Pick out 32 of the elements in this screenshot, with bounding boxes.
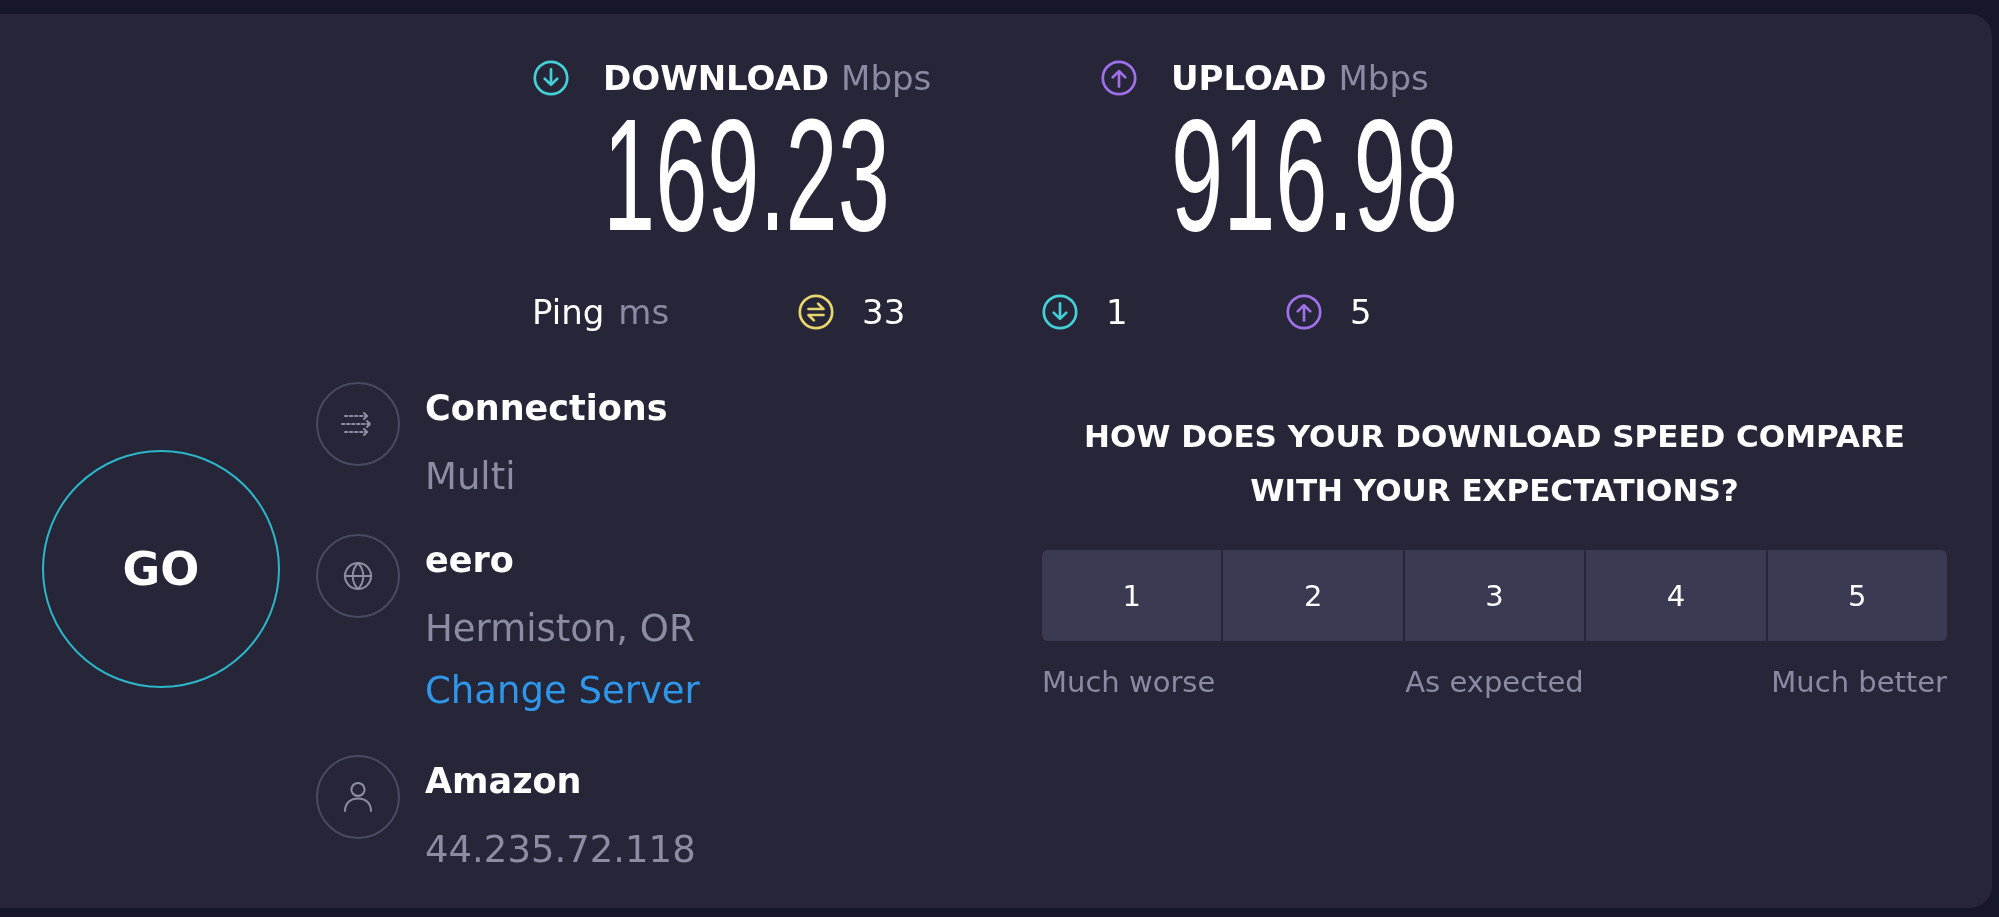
swap-arrows-icon <box>798 294 834 330</box>
rating-button[interactable]: 3 <box>1404 550 1585 641</box>
speed-label: UPLOAD <box>1171 57 1327 100</box>
detail-subtitle: Multi <box>425 454 516 500</box>
speed-label: DOWNLOAD <box>603 57 830 100</box>
unit-label: Mbps <box>841 57 932 100</box>
change-server-link[interactable]: Change Server <box>425 669 700 712</box>
go-button[interactable]: GO <box>42 450 280 688</box>
globe-icon <box>316 534 400 618</box>
rating-button[interactable]: 5 <box>1767 550 1948 641</box>
detail-title: eero <box>425 539 514 582</box>
unit-label: Mbps <box>1338 57 1429 100</box>
rating-button[interactable]: 4 <box>1586 550 1766 641</box>
scale-label: Much better <box>1771 664 1947 701</box>
survey-question: HOW DOES YOUR DOWNLOAD SPEED COMPARE WITH YOUR EXPECTATIONS? <box>1083 417 1906 510</box>
ping-value: 1 <box>1106 292 1128 332</box>
detail-subtitle: Hermiston, OR <box>425 606 695 652</box>
scale-label: Much worse <box>1042 664 1216 701</box>
detail-title: Connections <box>425 387 668 430</box>
person-icon <box>316 755 400 839</box>
speed-value: 169.23 <box>603 113 890 237</box>
dotted-arrows-icon <box>316 382 400 466</box>
speed-value: 916.98 <box>1171 113 1458 237</box>
ping-label: Ping <box>532 292 605 332</box>
ping-value: 33 <box>862 292 906 332</box>
rating-button[interactable]: 1 <box>1042 550 1222 641</box>
unit-label: ms <box>618 292 670 332</box>
scale-label: As expected <box>1405 664 1584 701</box>
detail-title: Amazon <box>425 760 582 803</box>
rating-button[interactable]: 2 <box>1223 550 1403 641</box>
ping-value: 5 <box>1350 292 1372 332</box>
detail-subtitle: 44.235.72.118 <box>425 827 696 873</box>
